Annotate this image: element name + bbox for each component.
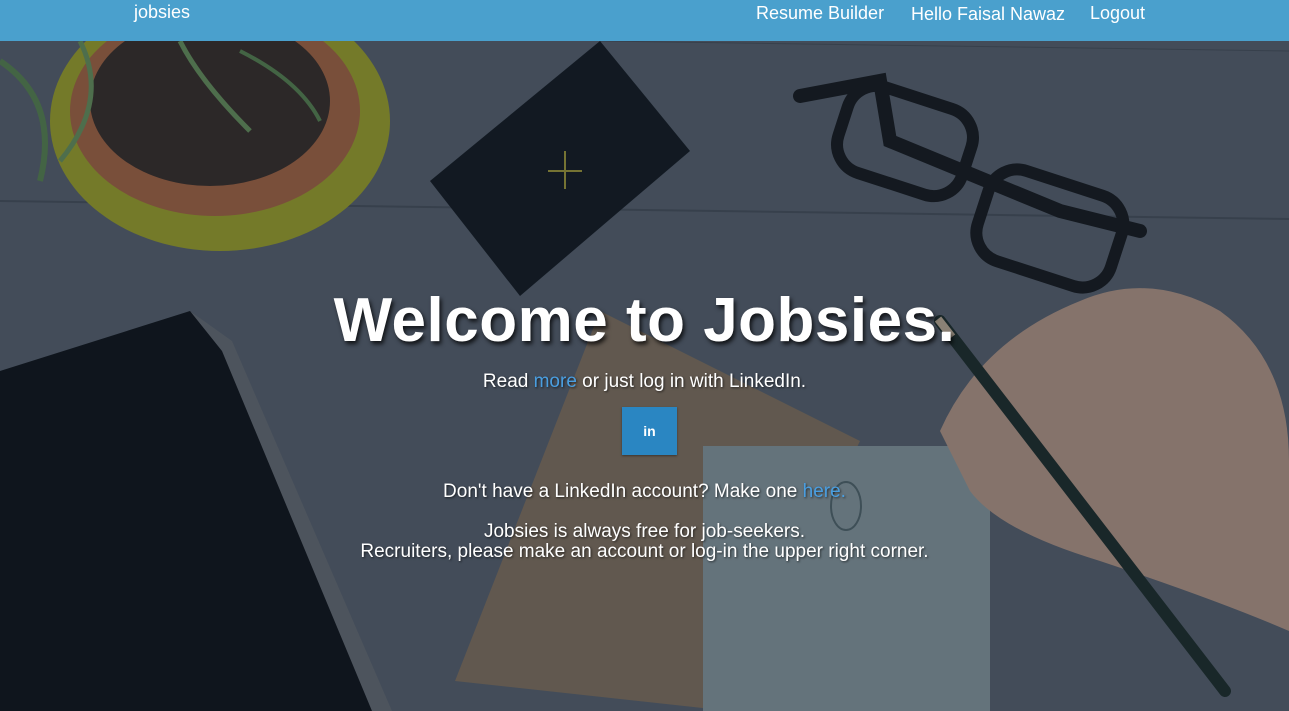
read-more-line: Read more or just log in with LinkedIn. bbox=[0, 371, 1289, 393]
recruiters-text: Recruiters, please make an account or lo… bbox=[360, 541, 929, 562]
brand-link[interactable]: jobsies bbox=[134, 2, 190, 23]
no-account-line: Don't have a LinkedIn account? Make one … bbox=[0, 481, 1289, 503]
read-suffix-text: or just log in with LinkedIn. bbox=[576, 371, 807, 392]
read-prefix-text: Read bbox=[482, 371, 534, 392]
linkedin-login-button[interactable]: in bbox=[622, 407, 677, 455]
resume-builder-link[interactable]: Resume Builder bbox=[756, 3, 884, 24]
free-for-job-seekers-text: Jobsies is always free for job-seekers. bbox=[483, 521, 805, 542]
top-navbar: jobsies Resume Builder Hello Faisal Nawa… bbox=[0, 0, 1289, 41]
read-more-link[interactable]: more bbox=[534, 371, 577, 392]
user-greeting-link[interactable]: Hello Faisal Nawaz bbox=[911, 4, 1065, 25]
linkedin-signup-link[interactable]: here. bbox=[803, 481, 846, 502]
logout-link[interactable]: Logout bbox=[1090, 3, 1145, 24]
no-account-text: Don't have a LinkedIn account? Make one bbox=[443, 481, 803, 502]
welcome-heading: Welcome to Jobsies. bbox=[333, 286, 956, 355]
